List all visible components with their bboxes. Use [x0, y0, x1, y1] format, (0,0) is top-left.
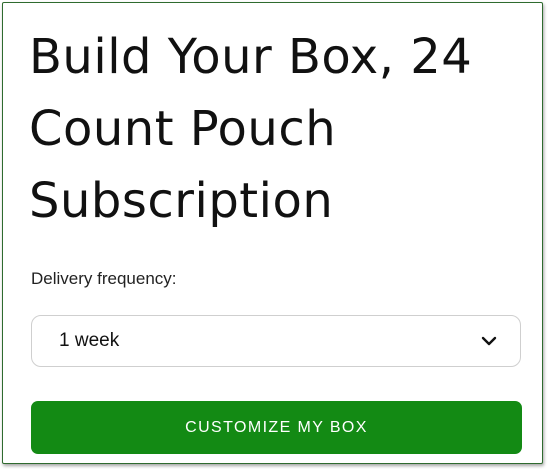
delivery-frequency-select[interactable]: 1 week: [31, 315, 521, 367]
delivery-frequency-label: Delivery frequency:: [31, 269, 177, 288]
chevron-down-icon: [480, 334, 498, 348]
product-title: Build Your Box, 24 Count Pouch Subscript…: [29, 29, 473, 229]
customize-my-box-button[interactable]: CUSTOMIZE MY BOX: [31, 401, 522, 454]
delivery-frequency-value: 1 week: [59, 330, 120, 351]
product-card: Build Your Box, 24 Count Pouch Subscript…: [2, 2, 543, 464]
